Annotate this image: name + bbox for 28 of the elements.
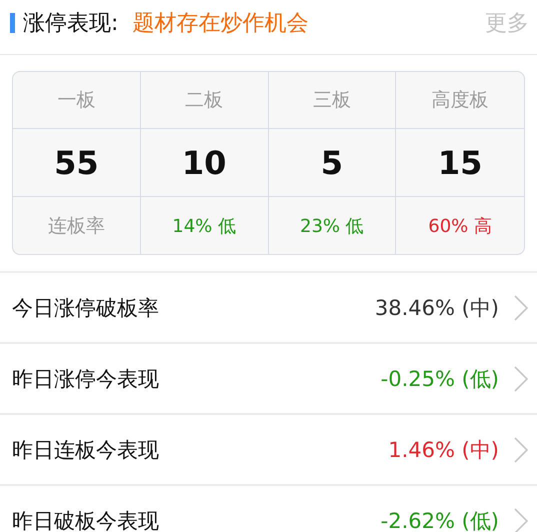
section-title: 涨停表现: — [23, 10, 118, 38]
stat-value: 38.46% (中) — [374, 294, 499, 322]
column-header: 高度板 — [432, 88, 489, 113]
board-count: 10 — [182, 144, 226, 182]
more-link[interactable]: 更多 — [485, 8, 529, 38]
rate-value: 14% 低 — [172, 214, 236, 238]
row-label: 连板率 — [48, 214, 105, 238]
stat-value: 1.46% (中) — [388, 436, 499, 464]
stat-label: 昨日破板今表现 — [12, 508, 160, 532]
stat-value: -0.25% (低) — [380, 366, 499, 392]
chevron-icon — [513, 436, 529, 464]
column-header: 二板 — [185, 88, 224, 113]
section-subtitle: 题材存在炒作机会 — [132, 10, 310, 38]
rate-value: 60% 高 — [428, 214, 492, 238]
accent-bar — [10, 13, 15, 33]
column-header: 三板 — [312, 88, 351, 113]
board-count: 15 — [438, 144, 482, 182]
stat-label: 昨日连板今表现 — [12, 436, 160, 464]
chevron-icon — [513, 364, 529, 392]
rate-value: 23% 低 — [300, 214, 364, 238]
chevron-icon — [513, 506, 529, 532]
stat-value: -2.62% (低) — [380, 508, 499, 532]
column-header: 一板 — [57, 88, 96, 113]
board-count: 5 — [320, 144, 343, 182]
stat-label: 昨日涨停今表现 — [12, 366, 160, 392]
board-count: 55 — [54, 144, 99, 182]
stat-label: 今日涨停破板率 — [12, 294, 160, 322]
chevron-icon — [513, 294, 529, 322]
